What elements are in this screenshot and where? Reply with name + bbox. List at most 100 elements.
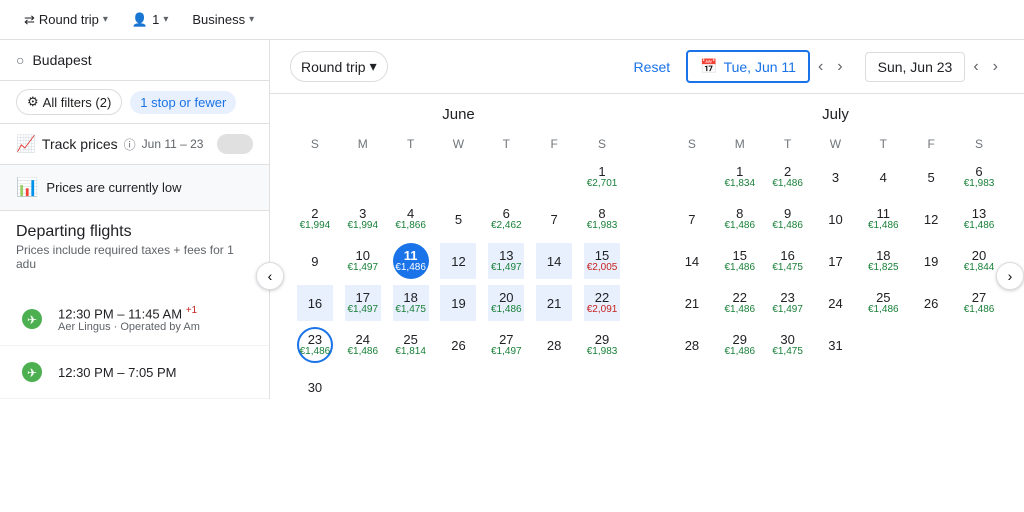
day-cell[interactable]: 23 €1,497 [770, 285, 806, 321]
day-cell[interactable]: 10 [817, 201, 853, 237]
flight-item[interactable]: ✈ 12:30 PM – 7:05 PM [0, 346, 269, 399]
day-cell[interactable]: 8 €1,486 [722, 201, 758, 237]
end-date-prev[interactable]: ‹ [967, 56, 984, 78]
day-cell[interactable]: 30 €1,475 [770, 327, 806, 363]
day-cell[interactable]: 4 [865, 159, 901, 195]
day-cell[interactable]: 4 €1,866 [393, 201, 429, 237]
roundtrip-dropdown[interactable]: Round trip ▾ [290, 51, 388, 82]
day-cell[interactable]: 27 €1,486 [961, 285, 997, 321]
day-cell[interactable]: 16 [297, 285, 333, 321]
day-cell[interactable]: 29 €1,486 [722, 327, 758, 363]
day-cell[interactable]: 29 €1,983 [584, 327, 620, 363]
sidebar-wrapper: ○ Budapest ⚙ All filters (2) 1 stop or f… [0, 40, 270, 512]
day-cell[interactable]: 12 [440, 243, 476, 279]
day-cell[interactable]: 25 €1,814 [393, 327, 429, 363]
filters-row: ⚙ All filters (2) 1 stop or fewer [0, 81, 269, 124]
day-cell[interactable]: 11 €1,486 [393, 243, 429, 279]
day-cell[interactable]: 18 €1,475 [393, 285, 429, 321]
trip-type-selector[interactable]: ⇄ Round trip ▾ [16, 8, 116, 32]
day-cell[interactable]: 15 €2,005 [584, 243, 620, 279]
day-cell[interactable]: 6 €2,462 [488, 201, 524, 237]
day-cell[interactable]: 14 [536, 243, 572, 279]
day-cell[interactable]: 18 €1,825 [865, 243, 901, 279]
start-date-button[interactable]: 📅 Tue, Jun 11 [686, 50, 810, 83]
day-cell[interactable]: 13 €1,497 [488, 243, 524, 279]
day-cell[interactable]: 19 [440, 285, 476, 321]
calendar-next-button[interactable]: › [996, 262, 1024, 290]
day-cell[interactable]: 1 €1,834 [722, 159, 758, 195]
end-date-label: Sun, Jun 23 [878, 59, 953, 75]
day-cell[interactable]: 22 €2,091 [584, 285, 620, 321]
prices-info: Prices are currently low [46, 180, 181, 195]
departing-section: Departing flights Prices include require… [0, 211, 269, 293]
day-cell[interactable]: 20 €1,844 [961, 243, 997, 279]
day-cell[interactable]: 5 [913, 159, 949, 195]
class-label: Business [192, 12, 245, 27]
day-cell[interactable]: 31 [817, 327, 853, 363]
day-cell[interactable]: 25 €1,486 [865, 285, 901, 321]
stop-filter-chip[interactable]: 1 stop or fewer [130, 91, 236, 114]
day-cell[interactable]: 26 [440, 327, 476, 363]
calendar-header: Round trip ▾ Reset 📅 Tue, Jun 11 ‹ › [270, 40, 1024, 94]
june-calendar: June SMTWTFS 1 €2,701 2 €1,994 3 €1,994 [290, 94, 627, 502]
day-cell[interactable]: 21 [674, 285, 710, 321]
end-date-next[interactable]: › [987, 56, 1004, 78]
day-cell[interactable]: 6 €1,983 [961, 159, 997, 195]
circle-icon: ○ [16, 52, 24, 68]
july-title: July [667, 94, 1004, 131]
day-cell[interactable]: 3 [817, 159, 853, 195]
day-cell[interactable]: 7 [674, 201, 710, 237]
sidebar-collapse-button[interactable]: ‹ [256, 262, 284, 290]
day-cell[interactable]: 9 €1,486 [770, 201, 806, 237]
day-cell[interactable]: 15 €1,486 [722, 243, 758, 279]
prices-text: Prices are currently low [46, 180, 181, 195]
class-selector[interactable]: Business ▾ [184, 8, 262, 31]
track-prices-label: Track prices [42, 136, 118, 152]
day-cell[interactable]: 28 [674, 327, 710, 363]
airline-icon: ✈ [16, 303, 48, 335]
day-cell[interactable]: 5 [440, 201, 476, 237]
track-prices-toggle[interactable] [217, 134, 253, 154]
flight-airline: Aer Lingus · Operated by Am [58, 321, 200, 333]
all-filters-label: All filters (2) [43, 95, 112, 110]
day-cell[interactable]: 17 €1,497 [345, 285, 381, 321]
day-cell[interactable]: 28 [536, 327, 572, 363]
day-cell[interactable]: 2 €1,486 [770, 159, 806, 195]
day-cell[interactable]: 8 €1,983 [584, 201, 620, 237]
passengers-selector[interactable]: 👤 1 ▾ [124, 8, 176, 32]
day-cell[interactable]: 14 [674, 243, 710, 279]
svg-text:✈: ✈ [27, 366, 37, 380]
day-cell[interactable]: 16 €1,475 [770, 243, 806, 279]
day-cell[interactable]: 20 €1,486 [488, 285, 524, 321]
reset-button[interactable]: Reset [634, 59, 671, 75]
day-cell[interactable]: 17 [817, 243, 853, 279]
day-cell[interactable]: 26 [913, 285, 949, 321]
stop-filter-label: 1 stop or fewer [140, 95, 226, 110]
person-icon: 👤 [132, 12, 148, 28]
day-cell[interactable]: 3 €1,994 [345, 201, 381, 237]
day-cell[interactable]: 24 €1,486 [345, 327, 381, 363]
day-cell[interactable]: 12 [913, 201, 949, 237]
day-cell[interactable]: 30 [297, 369, 333, 405]
day-cell[interactable]: 9 [297, 243, 333, 279]
flight-details: 12:30 PM – 7:05 PM [58, 365, 177, 380]
start-date-next[interactable]: › [831, 56, 848, 78]
day-cell[interactable]: 10 €1,497 [345, 243, 381, 279]
end-date-button[interactable]: Sun, Jun 23 [865, 52, 966, 82]
day-cell[interactable]: 27 €1,497 [488, 327, 524, 363]
day-cell[interactable]: 24 [817, 285, 853, 321]
day-cell[interactable]: 1 €2,701 [584, 159, 620, 195]
all-filters-button[interactable]: ⚙ All filters (2) [16, 89, 122, 115]
info-icon[interactable]: ⓘ [124, 136, 136, 153]
day-cell[interactable]: 19 [913, 243, 949, 279]
day-cell[interactable]: 23 €1,486 [297, 327, 333, 363]
day-cell[interactable]: 11 €1,486 [865, 201, 901, 237]
flight-item[interactable]: ✈ 12:30 PM – 11:45 AM +1 Aer Lingus · Op… [0, 293, 269, 346]
calendars-row: June SMTWTFS 1 €2,701 2 €1,994 3 €1,994 [270, 94, 1024, 512]
day-cell[interactable]: 2 €1,994 [297, 201, 333, 237]
day-cell[interactable]: 7 [536, 201, 572, 237]
day-cell[interactable]: 21 [536, 285, 572, 321]
day-cell[interactable]: 22 €1,486 [722, 285, 758, 321]
day-cell[interactable]: 13 €1,486 [961, 201, 997, 237]
start-date-prev[interactable]: ‹ [812, 56, 829, 78]
